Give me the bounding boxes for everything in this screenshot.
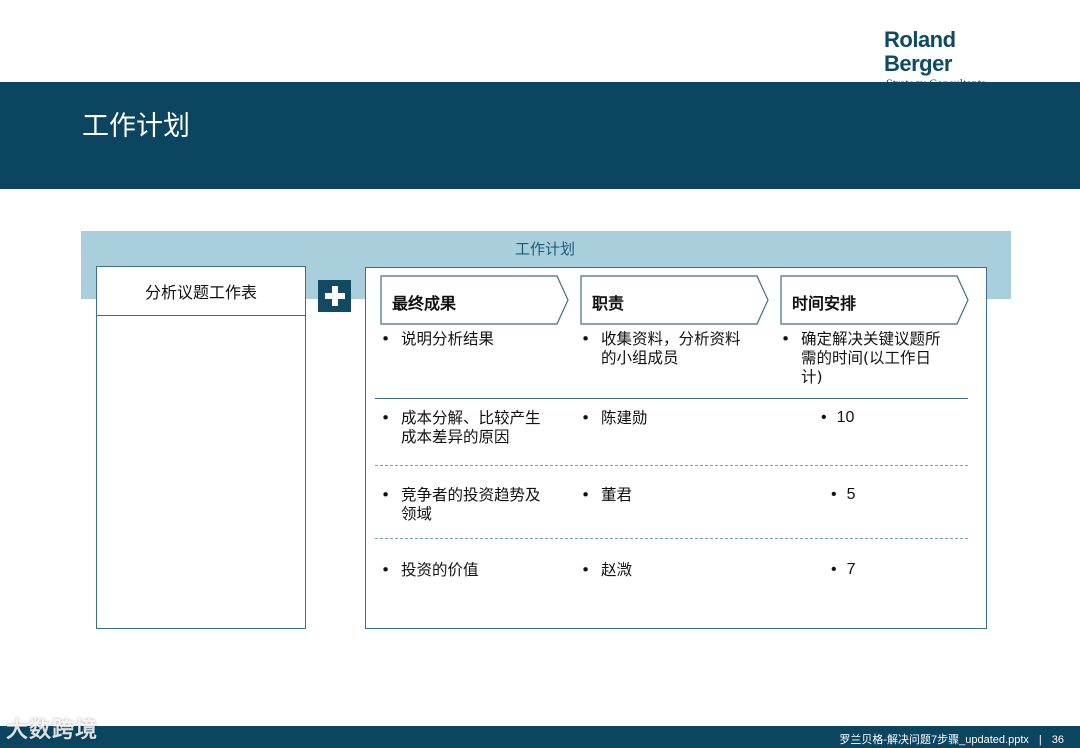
company-logo: Roland Berger Strategy Consultants xyxy=(884,27,1014,91)
plan-band-title: 工作计划 xyxy=(514,240,575,258)
column-header-time-label: 时间安排 xyxy=(792,294,857,313)
column-header-result: 最终成果 xyxy=(380,275,570,325)
bullet: • xyxy=(381,486,391,504)
header-divider xyxy=(375,398,968,399)
issue-worksheet-header: 分析议题工作表 xyxy=(97,267,305,316)
column-header-time: 时间安排 xyxy=(780,275,970,325)
bullet: • xyxy=(381,409,391,427)
table-row-1-owner: • 陈建勋 xyxy=(581,409,648,427)
page-number: 36 xyxy=(1051,734,1064,746)
row-divider xyxy=(375,465,968,466)
column-desc-owner: • 收集资料，分析资料 的小组成员 xyxy=(581,330,741,367)
column-header-owner-label: 职责 xyxy=(592,294,625,313)
bullet: • xyxy=(781,330,791,348)
table-row-1-time: • 10 xyxy=(821,409,855,426)
table-row-1-result: • 成本分解、比较产生 成本差异的原因 xyxy=(381,409,541,446)
table-row-2-time: • 5 xyxy=(831,486,856,503)
row-divider xyxy=(375,538,968,539)
bullet: • xyxy=(581,330,591,348)
bullet: • xyxy=(381,330,391,348)
bullet: • xyxy=(831,561,837,578)
column-desc-result: • 说明分析结果 xyxy=(381,330,495,348)
bullet: • xyxy=(821,409,827,426)
bullet: • xyxy=(381,561,391,579)
footer-info: 罗兰贝格-解决问题7步骤_updated.pptx | 36 xyxy=(839,731,1064,747)
bullet: • xyxy=(581,486,591,504)
footer-filename: 罗兰贝格-解决问题7步骤_updated.pptx xyxy=(839,734,1029,746)
footer-separator: | xyxy=(1038,734,1042,746)
logo-wordmark: Roland Berger xyxy=(884,27,956,76)
slide-title: 工作计划 xyxy=(82,111,190,142)
column-header-owner: 职责 xyxy=(580,275,770,325)
bullet: • xyxy=(581,561,591,579)
bullet: • xyxy=(831,486,837,503)
watermark: 大数跨境 xyxy=(6,718,99,743)
column-desc-time: • 确定解决关键议题所 需的时间(以工作日 计) xyxy=(781,330,941,386)
table-row-3-owner: • 赵溦 xyxy=(581,561,633,579)
column-header-result-label: 最终成果 xyxy=(392,294,457,313)
table-row-2-result: • 竞争者的投资趋势及 领域 xyxy=(381,486,541,523)
table-row-2-owner: • 董君 xyxy=(581,486,633,504)
plus-icon xyxy=(318,280,351,312)
table-row-3-time: • 7 xyxy=(831,561,856,578)
table-row-3-result: • 投资的价值 xyxy=(381,561,479,579)
bullet: • xyxy=(581,409,591,427)
issue-worksheet-box: 分析议题工作表 xyxy=(96,266,306,629)
